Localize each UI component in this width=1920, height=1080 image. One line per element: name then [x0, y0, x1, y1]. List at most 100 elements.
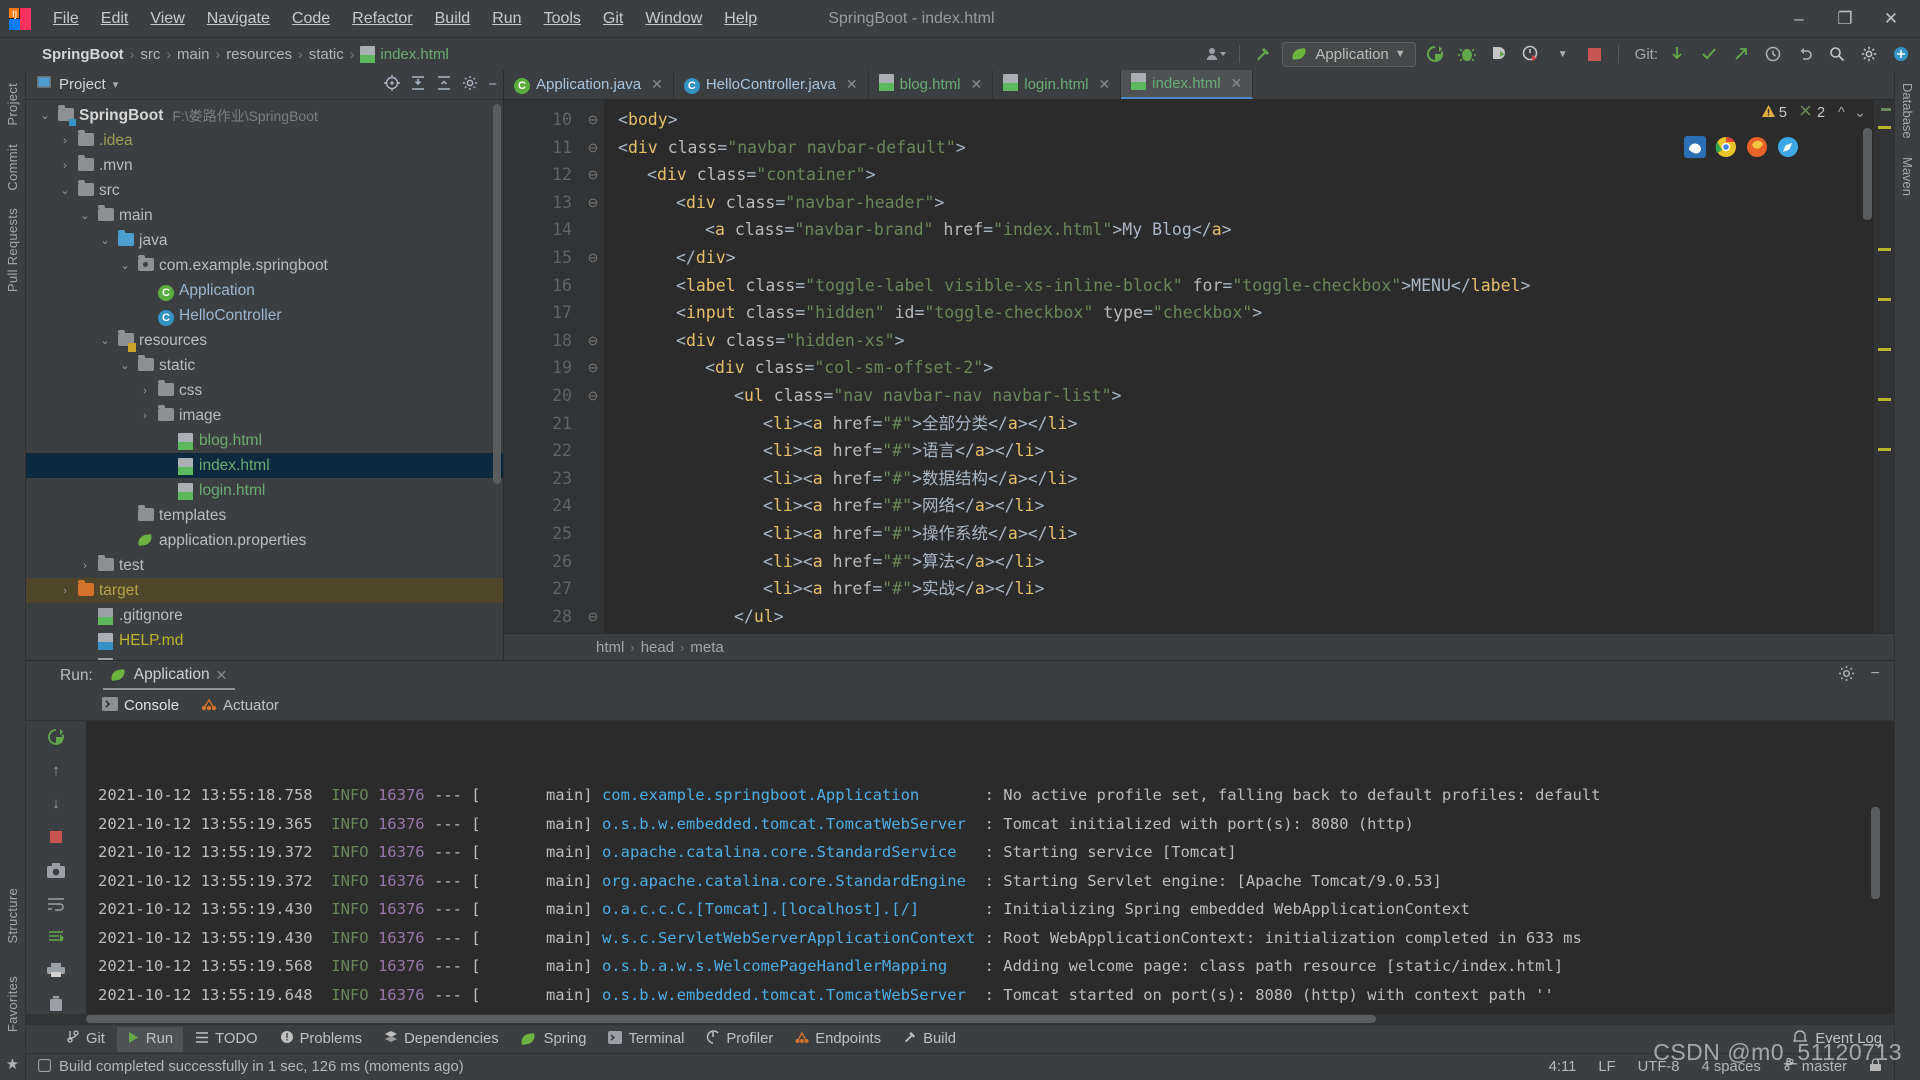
code-line[interactable]: <div class="container">	[618, 161, 1874, 189]
fold-marker[interactable]	[582, 216, 604, 244]
fold-marker[interactable]: ⊖	[582, 244, 604, 272]
tree-row-java[interactable]: ⌄ java	[26, 228, 503, 253]
menu-build[interactable]: Build	[424, 7, 482, 31]
tree-row-image[interactable]: › image	[26, 403, 503, 428]
trash-icon[interactable]	[43, 994, 69, 1014]
favorites-icon[interactable]: Favorites	[2, 960, 23, 1048]
tool-window-run[interactable]: Run	[116, 1026, 184, 1052]
collapse-all-icon[interactable]	[436, 75, 452, 95]
tree-row-help-md[interactable]: MD HELP.md	[26, 628, 503, 653]
menu-navigate[interactable]: Navigate	[196, 7, 281, 31]
maximize-button[interactable]: ❐	[1822, 2, 1868, 36]
breadcrumb-project[interactable]: SpringBoot	[38, 44, 128, 65]
inspection-widget[interactable]: 5 2 ^ ⌄	[1761, 104, 1866, 122]
run-coverage-icon[interactable]	[1486, 42, 1512, 66]
tree-row-gitignore[interactable]: .gitignore	[26, 603, 503, 628]
expand-all-icon[interactable]	[410, 75, 426, 95]
tool-tab-database[interactable]: Database	[1897, 74, 1918, 148]
user-dropdown-icon[interactable]	[1203, 42, 1229, 66]
settings-icon[interactable]	[462, 75, 478, 95]
menu-edit[interactable]: Edit	[90, 7, 140, 31]
run-configuration-selector[interactable]: Application ▼	[1282, 41, 1416, 67]
scroll-end-icon[interactable]	[43, 927, 69, 947]
tool-window-build[interactable]: Build	[893, 1026, 966, 1052]
project-tree[interactable]: ⌄ SpringBoot F:\娄路作业\SpringBoot › .idea	[26, 100, 503, 660]
close-button[interactable]: ✕	[1868, 2, 1914, 36]
editor-code-content[interactable]: <body> <div class="navbar navbar-default"…	[604, 100, 1874, 633]
menu-tools[interactable]: Tools	[533, 7, 592, 31]
chevron-right-icon[interactable]: ›	[58, 585, 72, 597]
editor-breadcrumb-meta[interactable]: meta	[690, 639, 723, 656]
chevron-down-icon[interactable]: ⌄	[118, 259, 132, 272]
fold-marker[interactable]	[582, 437, 604, 465]
run-subtab-console[interactable]: Console	[102, 696, 179, 715]
code-line[interactable]: <input class="hidden" id="toggle-checkbo…	[618, 299, 1874, 327]
chevron-down-icon[interactable]: ⌄	[38, 109, 52, 122]
breadcrumb-src[interactable]: src	[136, 44, 164, 65]
tree-row-mvn[interactable]: › .mvn	[26, 153, 503, 178]
build-hammer-icon[interactable]	[1250, 42, 1276, 66]
breadcrumb-index-html[interactable]: H index.html	[356, 44, 452, 65]
close-icon[interactable]: ✕	[1231, 75, 1243, 92]
close-icon[interactable]: ✕	[651, 76, 663, 93]
settings-icon[interactable]	[1838, 665, 1855, 687]
debug-icon[interactable]	[1454, 42, 1480, 66]
tree-row-resources[interactable]: ⌄ resources	[26, 328, 503, 353]
editor-tab-application-java[interactable]: C Application.java ✕	[504, 70, 674, 99]
fold-marker[interactable]	[582, 410, 604, 438]
search-everywhere-icon[interactable]	[1824, 42, 1850, 66]
code-line[interactable]: <a class="navbar-brand" href="index.html…	[618, 216, 1874, 244]
tree-row-blog-html[interactable]: H blog.html	[26, 428, 503, 453]
print-icon[interactable]	[43, 960, 69, 980]
menu-help[interactable]: Help	[713, 7, 768, 31]
console-output[interactable]: 2021-10-12 13:55:18.758 INFO 16376 --- […	[86, 721, 1894, 1014]
menu-code[interactable]: Code	[281, 7, 341, 31]
fold-marker[interactable]: ⊖	[582, 327, 604, 355]
chevron-right-icon[interactable]: ›	[58, 160, 72, 172]
project-tree-scrollbar[interactable]	[493, 104, 501, 484]
undo-icon[interactable]	[1792, 42, 1818, 66]
code-line[interactable]: <label class="toggle-label visible-xs-in…	[618, 272, 1874, 300]
line-separator[interactable]: LF	[1598, 1059, 1615, 1075]
tool-window-git[interactable]: Git	[56, 1026, 115, 1052]
menu-git[interactable]: Git	[592, 7, 634, 31]
file-encoding[interactable]: UTF-8	[1638, 1059, 1680, 1075]
menu-refactor[interactable]: Refactor	[341, 7, 423, 31]
fold-marker[interactable]	[582, 575, 604, 603]
caret-position[interactable]: 4:11	[1549, 1059, 1577, 1075]
indent-set[interactable]: 4 spaces	[1702, 1059, 1761, 1075]
tool-window-spring[interactable]: Spring	[511, 1027, 597, 1051]
up-icon[interactable]: ↑	[43, 760, 69, 780]
stop-icon[interactable]	[43, 827, 69, 847]
ai-assistant-icon[interactable]	[1888, 42, 1914, 66]
fold-marker[interactable]	[582, 299, 604, 327]
tree-row-test[interactable]: › test	[26, 553, 503, 578]
tree-row-idea[interactable]: › .idea	[26, 128, 503, 153]
commit-icon[interactable]	[1696, 42, 1722, 66]
tree-row-hellocontroller[interactable]: C HelloController	[26, 303, 503, 328]
menu-view[interactable]: View	[139, 7, 195, 31]
code-line[interactable]: <div class="hidden-xs">	[618, 327, 1874, 355]
code-line[interactable]: <li><a href="#">数据结构</a></li>	[618, 465, 1874, 493]
down-icon[interactable]: ↓	[43, 794, 69, 814]
profiler-icon[interactable]	[1518, 42, 1544, 66]
chevron-right-icon[interactable]: ›	[58, 135, 72, 147]
tree-row-index-html[interactable]: H index.html	[26, 453, 503, 478]
firefox-browser-icon[interactable]	[1746, 136, 1768, 158]
tool-window-profiler[interactable]: Profiler	[696, 1026, 783, 1052]
run-tab-application[interactable]: Application ✕	[102, 662, 236, 690]
update-project-icon[interactable]	[1664, 42, 1690, 66]
fold-marker[interactable]: ⊖	[582, 161, 604, 189]
tool-window-endpoints[interactable]: Endpoints	[785, 1027, 891, 1052]
breadcrumb-static[interactable]: static	[305, 44, 348, 65]
git-branch[interactable]: master	[1783, 1057, 1847, 1076]
tool-window-dependencies[interactable]: Dependencies	[374, 1026, 509, 1052]
chevron-up-icon[interactable]: ^	[1838, 105, 1845, 121]
settings-icon[interactable]	[1856, 42, 1882, 66]
chevron-right-icon[interactable]: ›	[138, 410, 152, 422]
fold-marker[interactable]: ⊖	[582, 189, 604, 217]
close-icon[interactable]: ✕	[216, 667, 228, 684]
editor-fold-column[interactable]: ⊖ ⊖ ⊖ ⊖ ⊖ ⊖ ⊖ ⊖ ⊖	[582, 100, 604, 633]
safari-browser-icon[interactable]	[1777, 136, 1799, 158]
warning-count[interactable]: 5	[1761, 104, 1787, 122]
